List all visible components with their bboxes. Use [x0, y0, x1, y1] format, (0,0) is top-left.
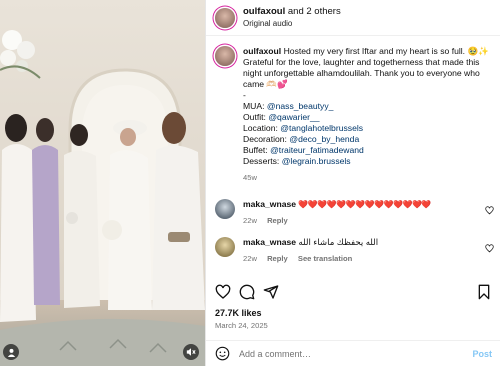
comment-text: ❤️❤️❤️❤️❤️❤️❤️❤️❤️❤️❤️❤️❤️❤️ — [298, 200, 431, 209]
heart-icon[interactable] — [215, 284, 231, 300]
emoji-icon[interactable] — [215, 346, 230, 361]
desserts-label: Desserts: — [243, 156, 282, 166]
comment-input[interactable]: Add a comment… — [239, 349, 472, 359]
buffet-label: Buffet: — [243, 145, 271, 155]
audio-label[interactable]: Original audio — [243, 18, 341, 30]
mua-link[interactable]: @nass_beautyy_ — [267, 101, 334, 111]
location-link[interactable]: @tanglahotelbrussels — [280, 123, 363, 133]
outfit-label: Outfit: — [243, 112, 269, 122]
comment-like-heart-icon[interactable] — [485, 244, 494, 253]
post-button[interactable]: Post — [472, 349, 492, 359]
comment-item: maka_wnase الله يحفظك ماشاء الله 22w Rep… — [206, 237, 500, 264]
caption-username[interactable]: oulfaxoul — [243, 46, 281, 56]
reply-button[interactable]: Reply — [267, 216, 288, 225]
user-tag-icon — [7, 348, 15, 357]
caption-avatar[interactable] — [215, 46, 235, 66]
outfit-link[interactable]: @qawarier__ — [268, 112, 319, 122]
photo-illustration — [0, 0, 205, 366]
comment-avatar[interactable] — [215, 237, 235, 257]
post-date[interactable]: March 24, 2025 — [215, 321, 268, 330]
comment-avatar[interactable] — [215, 199, 235, 219]
desserts-link[interactable]: @legrain.brussels — [282, 156, 351, 166]
comment-username[interactable]: maka_wnase — [243, 237, 296, 247]
caption: oulfaxoul Hosted my very first Iftar and… — [206, 36, 500, 183]
header-username[interactable]: oulfaxoul — [243, 6, 285, 17]
comment-username[interactable]: maka_wnase — [243, 199, 296, 209]
reply-button[interactable]: Reply — [267, 254, 288, 263]
avatar[interactable] — [215, 7, 235, 28]
post-header: oulfaxoul and 2 others Original audio — [206, 0, 500, 36]
action-bar — [206, 281, 500, 305]
mute-button[interactable] — [183, 344, 199, 360]
comments-scroll-area[interactable]: oulfaxoul Hosted my very first Iftar and… — [206, 36, 500, 276]
see-translation-link[interactable]: See translation — [298, 254, 352, 263]
likes-count[interactable]: 27.7K likes — [215, 308, 262, 318]
location-label: Location: — [243, 123, 281, 133]
user-tag-button[interactable] — [3, 344, 19, 360]
header-collab-text[interactable]: and 2 others — [285, 6, 341, 17]
post-photo[interactable] — [0, 0, 205, 366]
post-details-panel: oulfaxoul and 2 others Original audio ou… — [205, 0, 500, 366]
comment-time[interactable]: 22w — [243, 216, 257, 225]
comment-icon[interactable] — [239, 284, 255, 300]
caption-dash: - — [243, 90, 246, 100]
caption-time[interactable]: 45w — [243, 172, 490, 183]
comment-composer: Add a comment… Post — [206, 340, 500, 366]
mua-label: MUA: — [243, 101, 267, 111]
comment-time[interactable]: 22w — [243, 254, 257, 263]
decoration-label: Decoration: — [243, 134, 290, 144]
bookmark-icon[interactable] — [476, 284, 492, 300]
comment-like-heart-icon[interactable] — [485, 206, 494, 215]
decoration-link[interactable]: @deco_by_henda — [289, 134, 359, 144]
buffet-link[interactable]: @traiteur_fatimadewand — [270, 145, 364, 155]
share-icon[interactable] — [263, 284, 279, 300]
comment-text: الله يحفظك ماشاء الله — [298, 237, 379, 247]
mute-icon — [186, 348, 196, 356]
comment-item: maka_wnase ❤️❤️❤️❤️❤️❤️❤️❤️❤️❤️❤️❤️❤️❤️ … — [206, 199, 500, 226]
